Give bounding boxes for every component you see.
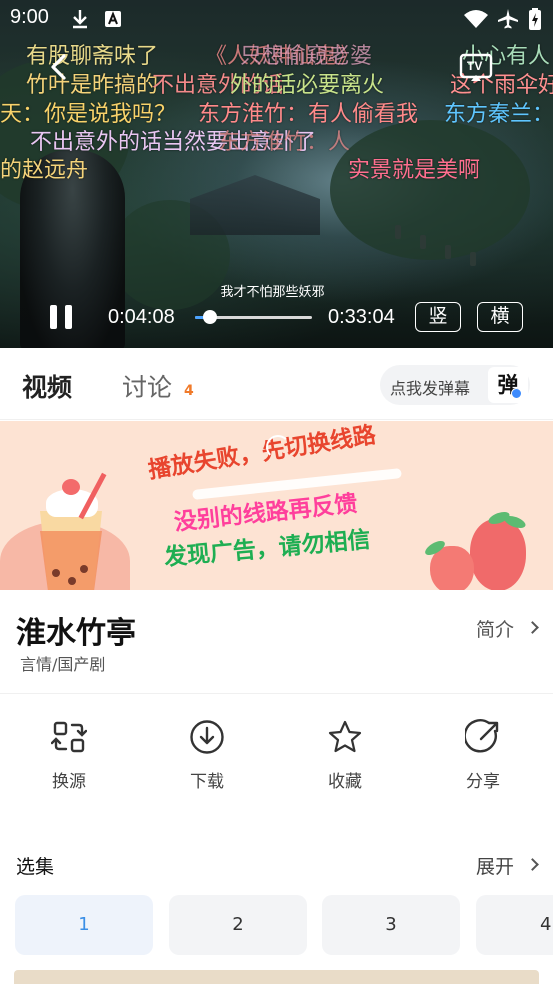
swirl-decoration (266, 435, 290, 459)
episodes-title: 选集 (16, 856, 55, 878)
danmaku-comment: 的赵远舟 (0, 158, 89, 183)
switch-source-button[interactable]: 换源 (29, 719, 109, 792)
danmaku-comment: 只想偷窥老婆 (240, 44, 373, 69)
share-label: 分享 (466, 772, 500, 792)
expand-episodes-button[interactable]: 展开 (476, 852, 546, 878)
danmaku-comment: 实景就是美啊 (348, 158, 481, 183)
tab-video[interactable]: 视频 (22, 368, 72, 404)
switch-source-icon (51, 721, 87, 753)
scene-lantern (420, 235, 426, 249)
episode-button[interactable]: 3 (322, 895, 460, 955)
status-time: 9:00 (10, 6, 49, 28)
show-info: 淮水竹亭 言情/国产剧 简介 (0, 590, 553, 694)
episode-button[interactable]: 4 (476, 895, 553, 955)
send-danmaku-label: 点我发弹幕 (390, 379, 471, 398)
intro-label: 简介 (476, 619, 515, 641)
episode-number: 4 (540, 914, 552, 935)
pause-icon (50, 305, 57, 329)
intro-link[interactable]: 简介 (476, 615, 546, 641)
scene-lantern (470, 252, 476, 266)
show-title: 淮水竹亭 (16, 616, 136, 651)
switch-source-label: 换源 (52, 772, 86, 792)
show-genre: 言情/国产剧 (20, 655, 106, 674)
share-icon (465, 719, 499, 753)
send-danmaku-button[interactable]: 点我发弹幕 弹 (380, 365, 530, 405)
discuss-count-badge: 4 (184, 383, 194, 399)
danmaku-comment: 东方秦兰： (444, 102, 553, 127)
video-player[interactable]: 9:00 有股聊斋味了 《人妖神仙鬼》 只想偷窥老婆 小心有人 竹叶是昨搞的 不… (0, 0, 553, 348)
pause-icon (65, 305, 72, 329)
wifi-icon (463, 8, 489, 30)
share-button[interactable]: 分享 (443, 719, 523, 792)
favorite-label: 收藏 (328, 772, 362, 792)
scene-lantern (395, 225, 401, 239)
pause-button[interactable] (50, 305, 74, 331)
action-bar: 换源 下载 收藏 分享 (0, 695, 553, 815)
danmaku-comment: 东方淮竹：人 (218, 130, 351, 155)
video-subtitle: 我才不怕那些妖邪 (220, 285, 325, 300)
content-tabs: 视频 讨论 4 点我发弹幕 弹 (0, 348, 553, 420)
episode-button[interactable]: 1 (15, 895, 153, 955)
download-icon (190, 720, 224, 754)
font-icon (103, 8, 123, 30)
current-time: 0:04:08 (108, 306, 175, 328)
chevron-left-icon (51, 54, 66, 80)
scene-pavilion (190, 175, 320, 235)
episode-button[interactable]: 2 (169, 895, 307, 955)
favorite-button[interactable]: 收藏 (305, 719, 385, 792)
danmaku-toggle[interactable]: 弹 (488, 367, 528, 403)
scene-tree (330, 120, 530, 260)
expand-label: 展开 (476, 856, 515, 878)
chevron-right-icon (526, 858, 539, 871)
status-bar: 9:00 (0, 0, 553, 38)
star-icon (328, 720, 362, 753)
tv-label: TV (467, 59, 483, 73)
cast-tv-button[interactable]: TV (459, 53, 493, 83)
seek-bar-handle[interactable] (202, 310, 217, 324)
danmaku-comment: 外的话必要离火 (230, 73, 385, 98)
scene-lantern (445, 245, 451, 259)
chevron-right-icon (526, 621, 539, 634)
download-button[interactable]: 下载 (167, 719, 247, 792)
download-label: 下载 (190, 772, 224, 792)
bottom-card-edge (14, 970, 539, 984)
vertical-mode-button[interactable]: 竖 (415, 302, 461, 332)
download-icon (70, 8, 90, 30)
fullscreen-landscape-button[interactable]: 横 (477, 302, 523, 332)
check-icon (511, 388, 522, 399)
notice-banner: 播放失败，先切换线路 没别的线路再反馈 发现广告，请勿相信 (0, 421, 553, 590)
battery-charging-icon (527, 8, 543, 30)
seek-bar[interactable] (195, 310, 312, 324)
total-time: 0:33:04 (328, 306, 395, 328)
tab-discuss[interactable]: 讨论 (122, 368, 172, 404)
player-controls: 0:04:08 0:33:04 竖 横 (0, 300, 553, 336)
episodes-header: 选集 展开 (0, 840, 553, 884)
milk-tea-illustration (0, 461, 140, 590)
back-button[interactable] (46, 52, 74, 82)
strawberry-illustration (470, 519, 526, 590)
airplane-icon (496, 8, 520, 30)
